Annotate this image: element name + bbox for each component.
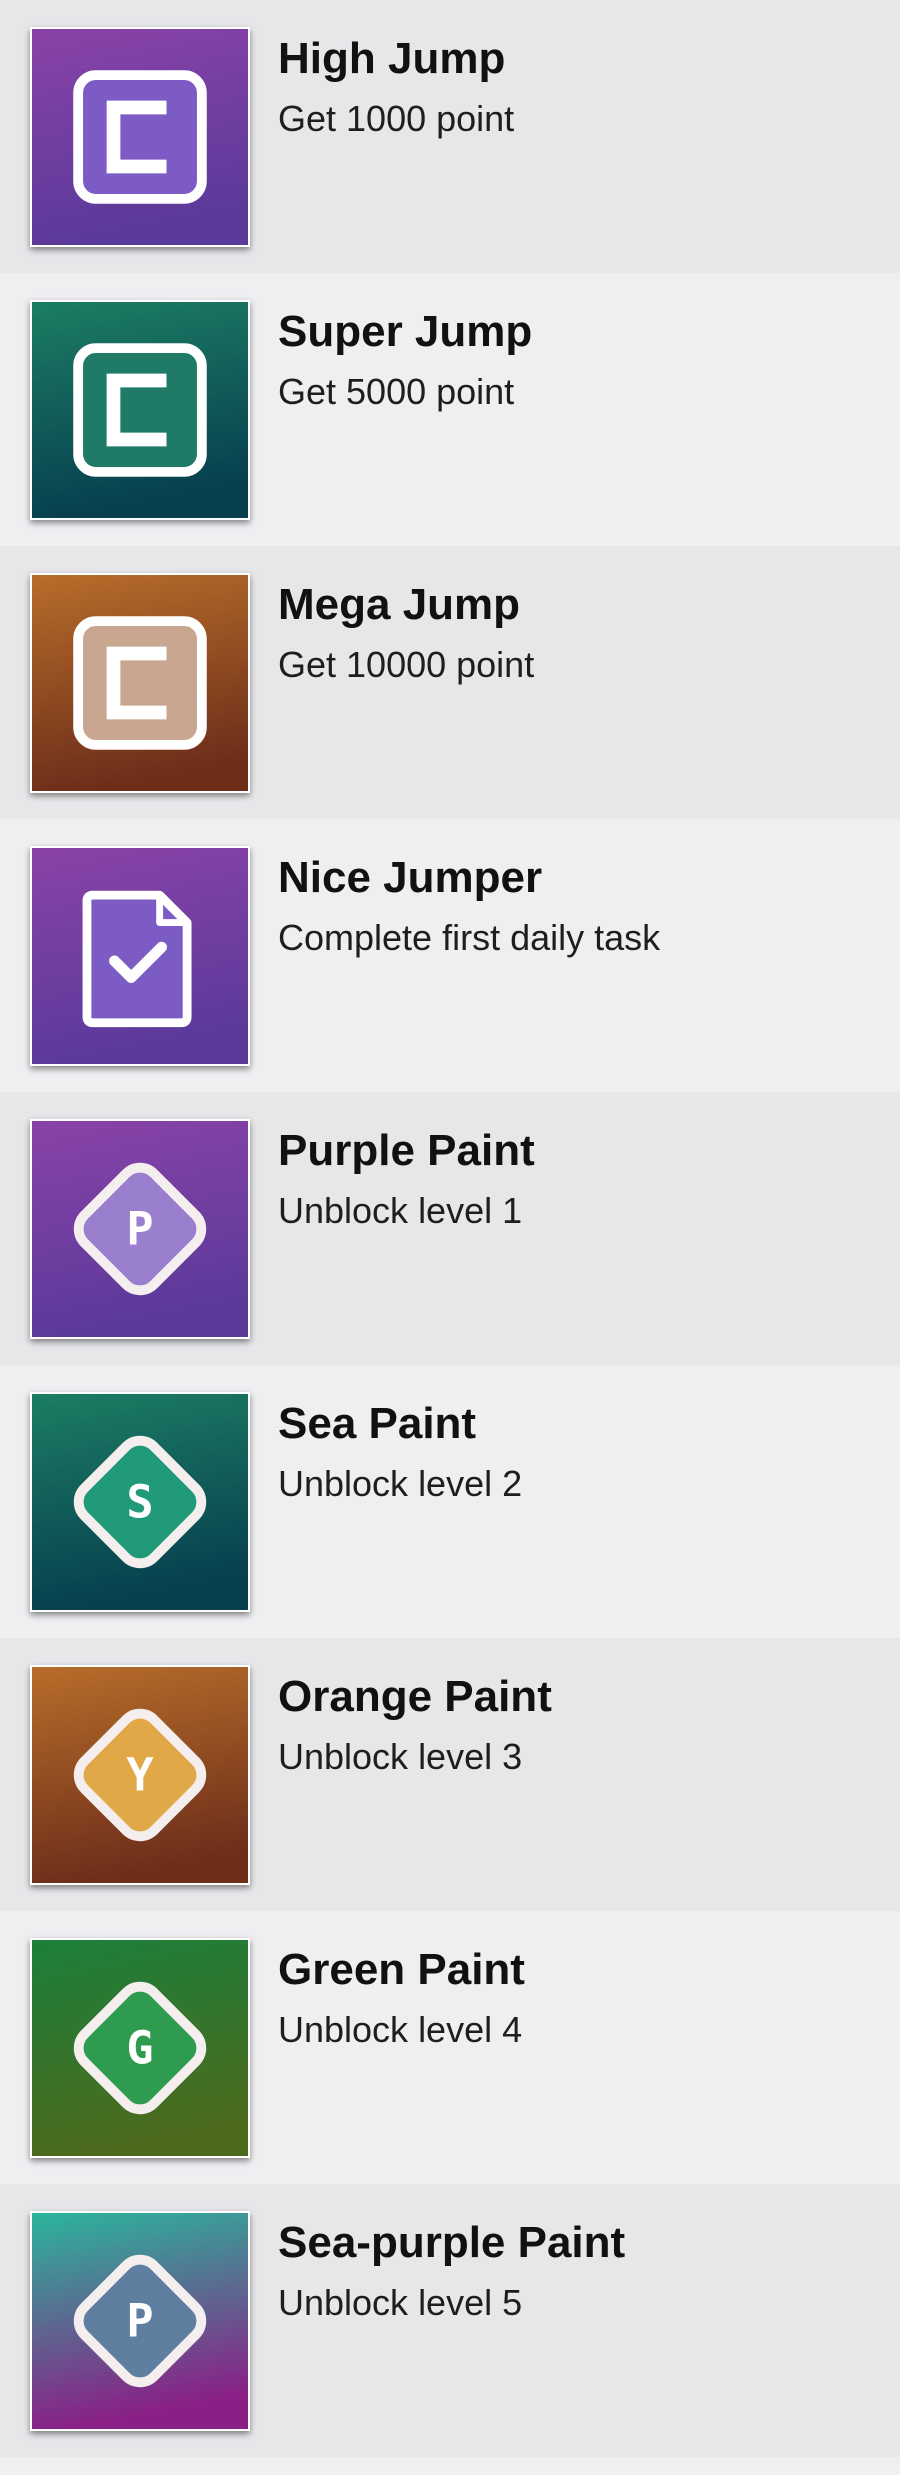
- diamond-g-icon: G: [30, 1938, 250, 2158]
- c-box-icon: [30, 300, 250, 520]
- icon-letter: P: [126, 1203, 153, 1256]
- achievement-row[interactable]: S Sea Paint Unblock level 2: [0, 1365, 900, 1638]
- achievement-description: Unblock level 4: [278, 2009, 523, 2050]
- document-check-icon: [30, 846, 250, 1066]
- achievement-title: Purple Paint: [278, 1126, 535, 1175]
- achievement-description: Get 5000 point: [278, 371, 515, 412]
- achievement-title: Mega Jump: [278, 580, 521, 629]
- achievement-title: Sea Paint: [278, 1399, 477, 1448]
- diamond-s-icon: S: [30, 1392, 250, 1612]
- achievement-title: Sea-purple Paint: [278, 2218, 626, 2267]
- achievement-row[interactable]: High Jump Get 1000 point: [0, 0, 900, 273]
- achievement-description: Unblock level 3: [278, 1736, 523, 1777]
- achievement-row[interactable]: P Sea-purple Paint Unblock level 5: [0, 2184, 900, 2457]
- achievement-row[interactable]: Mega Jump Get 10000 point: [0, 546, 900, 819]
- achievement-title: Green Paint: [278, 1945, 525, 1994]
- achievement-description: Unblock level 5: [278, 2282, 523, 2323]
- achievement-title: High Jump: [278, 34, 506, 83]
- icon-letter: S: [126, 1476, 153, 1529]
- diamond-y-icon: Y: [30, 1665, 250, 1885]
- achievement-row[interactable]: Nice Jumper Complete first daily task: [0, 819, 900, 1092]
- c-box-icon: [30, 27, 250, 247]
- achievement-title: Nice Jumper: [278, 853, 543, 902]
- achievement-description: Unblock level 1: [278, 1190, 523, 1231]
- achievements-list: High Jump Get 1000 point Super Jump Get 500…: [0, 0, 900, 2475]
- achievement-row[interactable]: P Purple Paint Unblock level 1: [0, 1092, 900, 1365]
- achievement-row[interactable]: G Green Paint Unblock level 4: [0, 1911, 900, 2184]
- achievement-description: Complete first daily task: [278, 917, 661, 958]
- achievement-row[interactable]: Super Jump Get 5000 point: [0, 273, 900, 546]
- icon-letter: P: [126, 2295, 153, 2348]
- achievement-title: Orange Paint: [278, 1672, 552, 1721]
- icon-letter: Y: [126, 1749, 154, 1802]
- achievement-row[interactable]: Y Orange Paint Unblock level 3: [0, 1638, 900, 1911]
- achievement-description: Unblock level 2: [278, 1463, 523, 1504]
- icon-letter: G: [126, 2022, 153, 2075]
- c-box-icon: [30, 573, 250, 793]
- achievement-description: Get 10000 point: [278, 644, 535, 685]
- achievement-description: Get 1000 point: [278, 98, 515, 139]
- diamond-p-icon: P: [30, 2211, 250, 2431]
- diamond-p-icon: P: [30, 1119, 250, 1339]
- achievement-title: Super Jump: [278, 307, 533, 356]
